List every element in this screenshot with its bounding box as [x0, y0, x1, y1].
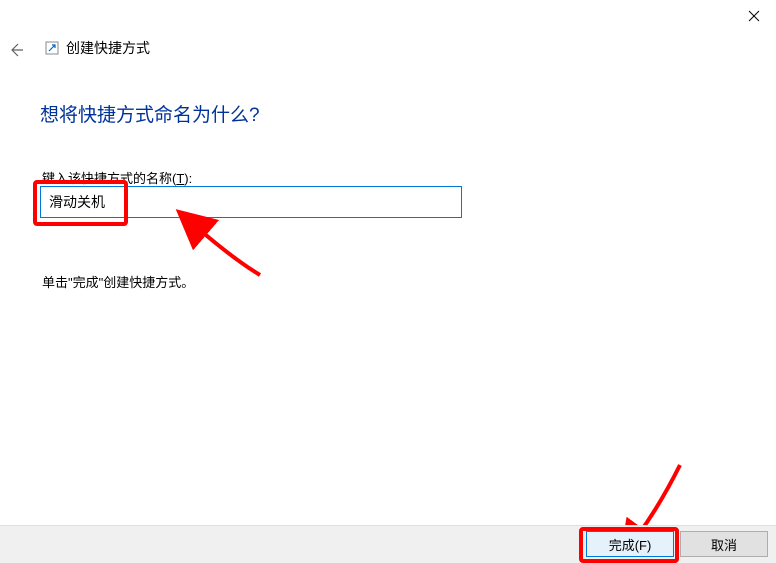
instruction-text: 单击"完成"创建快捷方式。: [42, 272, 194, 291]
shortcut-name-input[interactable]: [40, 186, 462, 218]
finish-button[interactable]: 完成(F): [586, 531, 674, 557]
back-button[interactable]: [4, 38, 28, 62]
back-arrow-icon: [7, 41, 25, 59]
name-input-wrapper: [40, 186, 462, 218]
shortcut-icon: [44, 40, 60, 56]
name-field-label: 键入该快捷方式的名称(T):: [42, 168, 192, 187]
close-icon: [748, 10, 760, 22]
close-button[interactable]: [742, 4, 766, 28]
cancel-button[interactable]: 取消: [680, 531, 768, 557]
page-heading: 想将快捷方式命名为什么?: [40, 100, 260, 127]
dialog-title: 创建快捷方式: [66, 38, 150, 58]
